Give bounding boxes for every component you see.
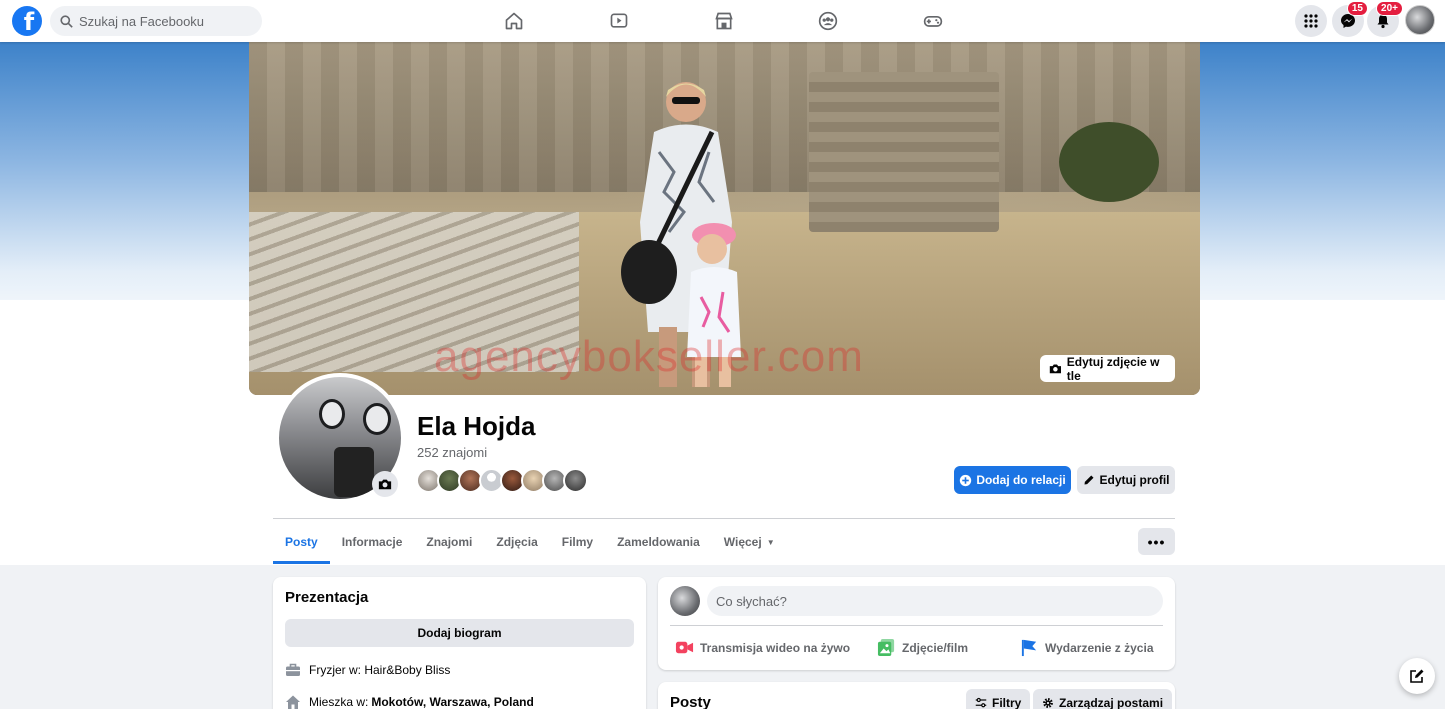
new-message-button[interactable] [1399, 658, 1435, 694]
intro-lives-prefix: Mieszka w: [309, 695, 369, 709]
friend-avatar[interactable] [563, 468, 588, 493]
manage-posts-label: Zarządzaj postami [1059, 695, 1164, 709]
tab-friends[interactable]: Znajomi [414, 520, 484, 564]
camera-icon [378, 479, 392, 490]
post-composer: Co słychać? Transmisja wideo na żywo Zdj… [658, 577, 1175, 670]
live-video-label: Transmisja wideo na żywo [700, 640, 851, 655]
posts-card: Posty Filtry Zarządzaj postami [658, 682, 1175, 709]
profile-picture-chair [334, 447, 374, 497]
gear-icon [1043, 697, 1053, 708]
house-icon [286, 695, 300, 709]
edit-cover-photo-label: Edytuj zdjęcie w tle [1066, 354, 1160, 383]
more-options-button[interactable]: ••• [1138, 528, 1175, 555]
manage-posts-button[interactable]: Zarządzaj postami [1033, 689, 1173, 709]
messenger-button[interactable]: 15 [1332, 1, 1368, 37]
add-to-story-button[interactable]: Dodaj do relacji [954, 466, 1071, 494]
pencil-icon [1084, 475, 1093, 485]
live-video-button[interactable]: Transmisja wideo na żywo [675, 638, 850, 657]
edit-cover-photo-button[interactable]: Edytuj zdjęcie w tle [1040, 354, 1175, 383]
cover-photo-bush [1059, 122, 1159, 202]
search-input[interactable] [79, 13, 249, 29]
gaming-icon[interactable] [922, 10, 944, 32]
update-profile-picture-button[interactable] [372, 471, 398, 497]
notifications-button[interactable]: 20+ [1367, 1, 1403, 37]
grid-menu-icon [1304, 14, 1318, 28]
live-video-icon [675, 641, 694, 654]
search-icon [60, 14, 73, 28]
photo-video-button[interactable]: Zdjęcie/film [877, 638, 968, 657]
search-box[interactable] [50, 6, 262, 36]
tab-checkins[interactable]: Zameldowania [605, 520, 712, 564]
watch-icon[interactable] [608, 10, 630, 32]
marketplace-icon[interactable] [713, 10, 735, 32]
home-icon[interactable] [503, 10, 525, 32]
briefcase-icon [286, 663, 300, 676]
intro-work-row: Fryzjer w: Hair&Boby Bliss [285, 662, 450, 678]
top-navigation-bar: f 15 20+ [0, 0, 1445, 42]
profile-picture-mirror-left [319, 399, 345, 429]
intro-lives-place[interactable]: Mokotów, Warszawa, Poland [371, 695, 533, 709]
facebook-logo[interactable]: f [12, 6, 42, 36]
intro-work-text: Fryzjer w: Hair&Boby Bliss [309, 663, 451, 677]
life-event-label: Wydarzenie z życia [1045, 640, 1154, 655]
tab-photos[interactable]: Zdjęcia [484, 520, 549, 564]
tab-more[interactable]: Więcej ▼ [712, 520, 787, 564]
profile-tabs: Posty Informacje Znajomi Zdjęcia Filmy Z… [273, 520, 787, 565]
add-bio-button[interactable]: Dodaj biogram [285, 619, 634, 647]
profile-name: Ela Hojda [417, 411, 536, 441]
status-input[interactable]: Co słychać? [707, 586, 1163, 616]
cover-photo-tower [809, 72, 999, 232]
composer-divider [670, 625, 1163, 626]
filters-button[interactable]: Filtry [966, 689, 1031, 709]
groups-icon[interactable] [817, 10, 839, 32]
edit-profile-label: Edytuj profil [1099, 473, 1170, 487]
photo-video-label: Zdjęcie/film [902, 640, 969, 655]
camera-icon [1049, 364, 1061, 374]
composer-avatar[interactable] [670, 586, 700, 616]
filters-label: Filtry [992, 695, 1022, 709]
compose-icon [1410, 669, 1424, 683]
friend-avatars [416, 468, 588, 493]
filters-icon [975, 697, 987, 707]
tab-more-label: Więcej [723, 535, 762, 549]
menu-button[interactable] [1295, 5, 1327, 37]
account-avatar[interactable] [1405, 5, 1435, 35]
notifications-badge: 20+ [1376, 1, 1403, 16]
tab-posts[interactable]: Posty [273, 520, 330, 564]
friends-count[interactable]: 252 znajomi [417, 445, 487, 460]
life-event-button[interactable]: Wydarzenie z życia [1020, 638, 1154, 657]
cover-watermark: agencybokseller.com [434, 332, 864, 381]
tab-about[interactable]: Informacje [330, 520, 415, 564]
intro-card: Prezentacja Dodaj biogram Fryzjer w: Hai… [273, 577, 646, 709]
caret-down-icon: ▼ [766, 537, 775, 547]
header-divider [273, 518, 1175, 519]
photo-icon [877, 638, 895, 657]
posts-title: Posty [670, 694, 711, 709]
tab-videos[interactable]: Filmy [550, 520, 605, 564]
cover-photo[interactable]: agencybokseller.com [249, 42, 1200, 395]
intro-title: Prezentacja [285, 589, 369, 606]
flag-icon [1021, 639, 1037, 657]
messenger-badge: 15 [1346, 1, 1368, 16]
profile-picture-mirror-right [363, 403, 391, 435]
edit-profile-button[interactable]: Edytuj profil [1077, 466, 1175, 494]
add-to-story-label: Dodaj do relacji [976, 473, 1066, 487]
intro-lives-row: Mieszka w: Mokotów, Warszawa, Poland [285, 694, 534, 709]
plus-circle-icon [960, 474, 972, 486]
